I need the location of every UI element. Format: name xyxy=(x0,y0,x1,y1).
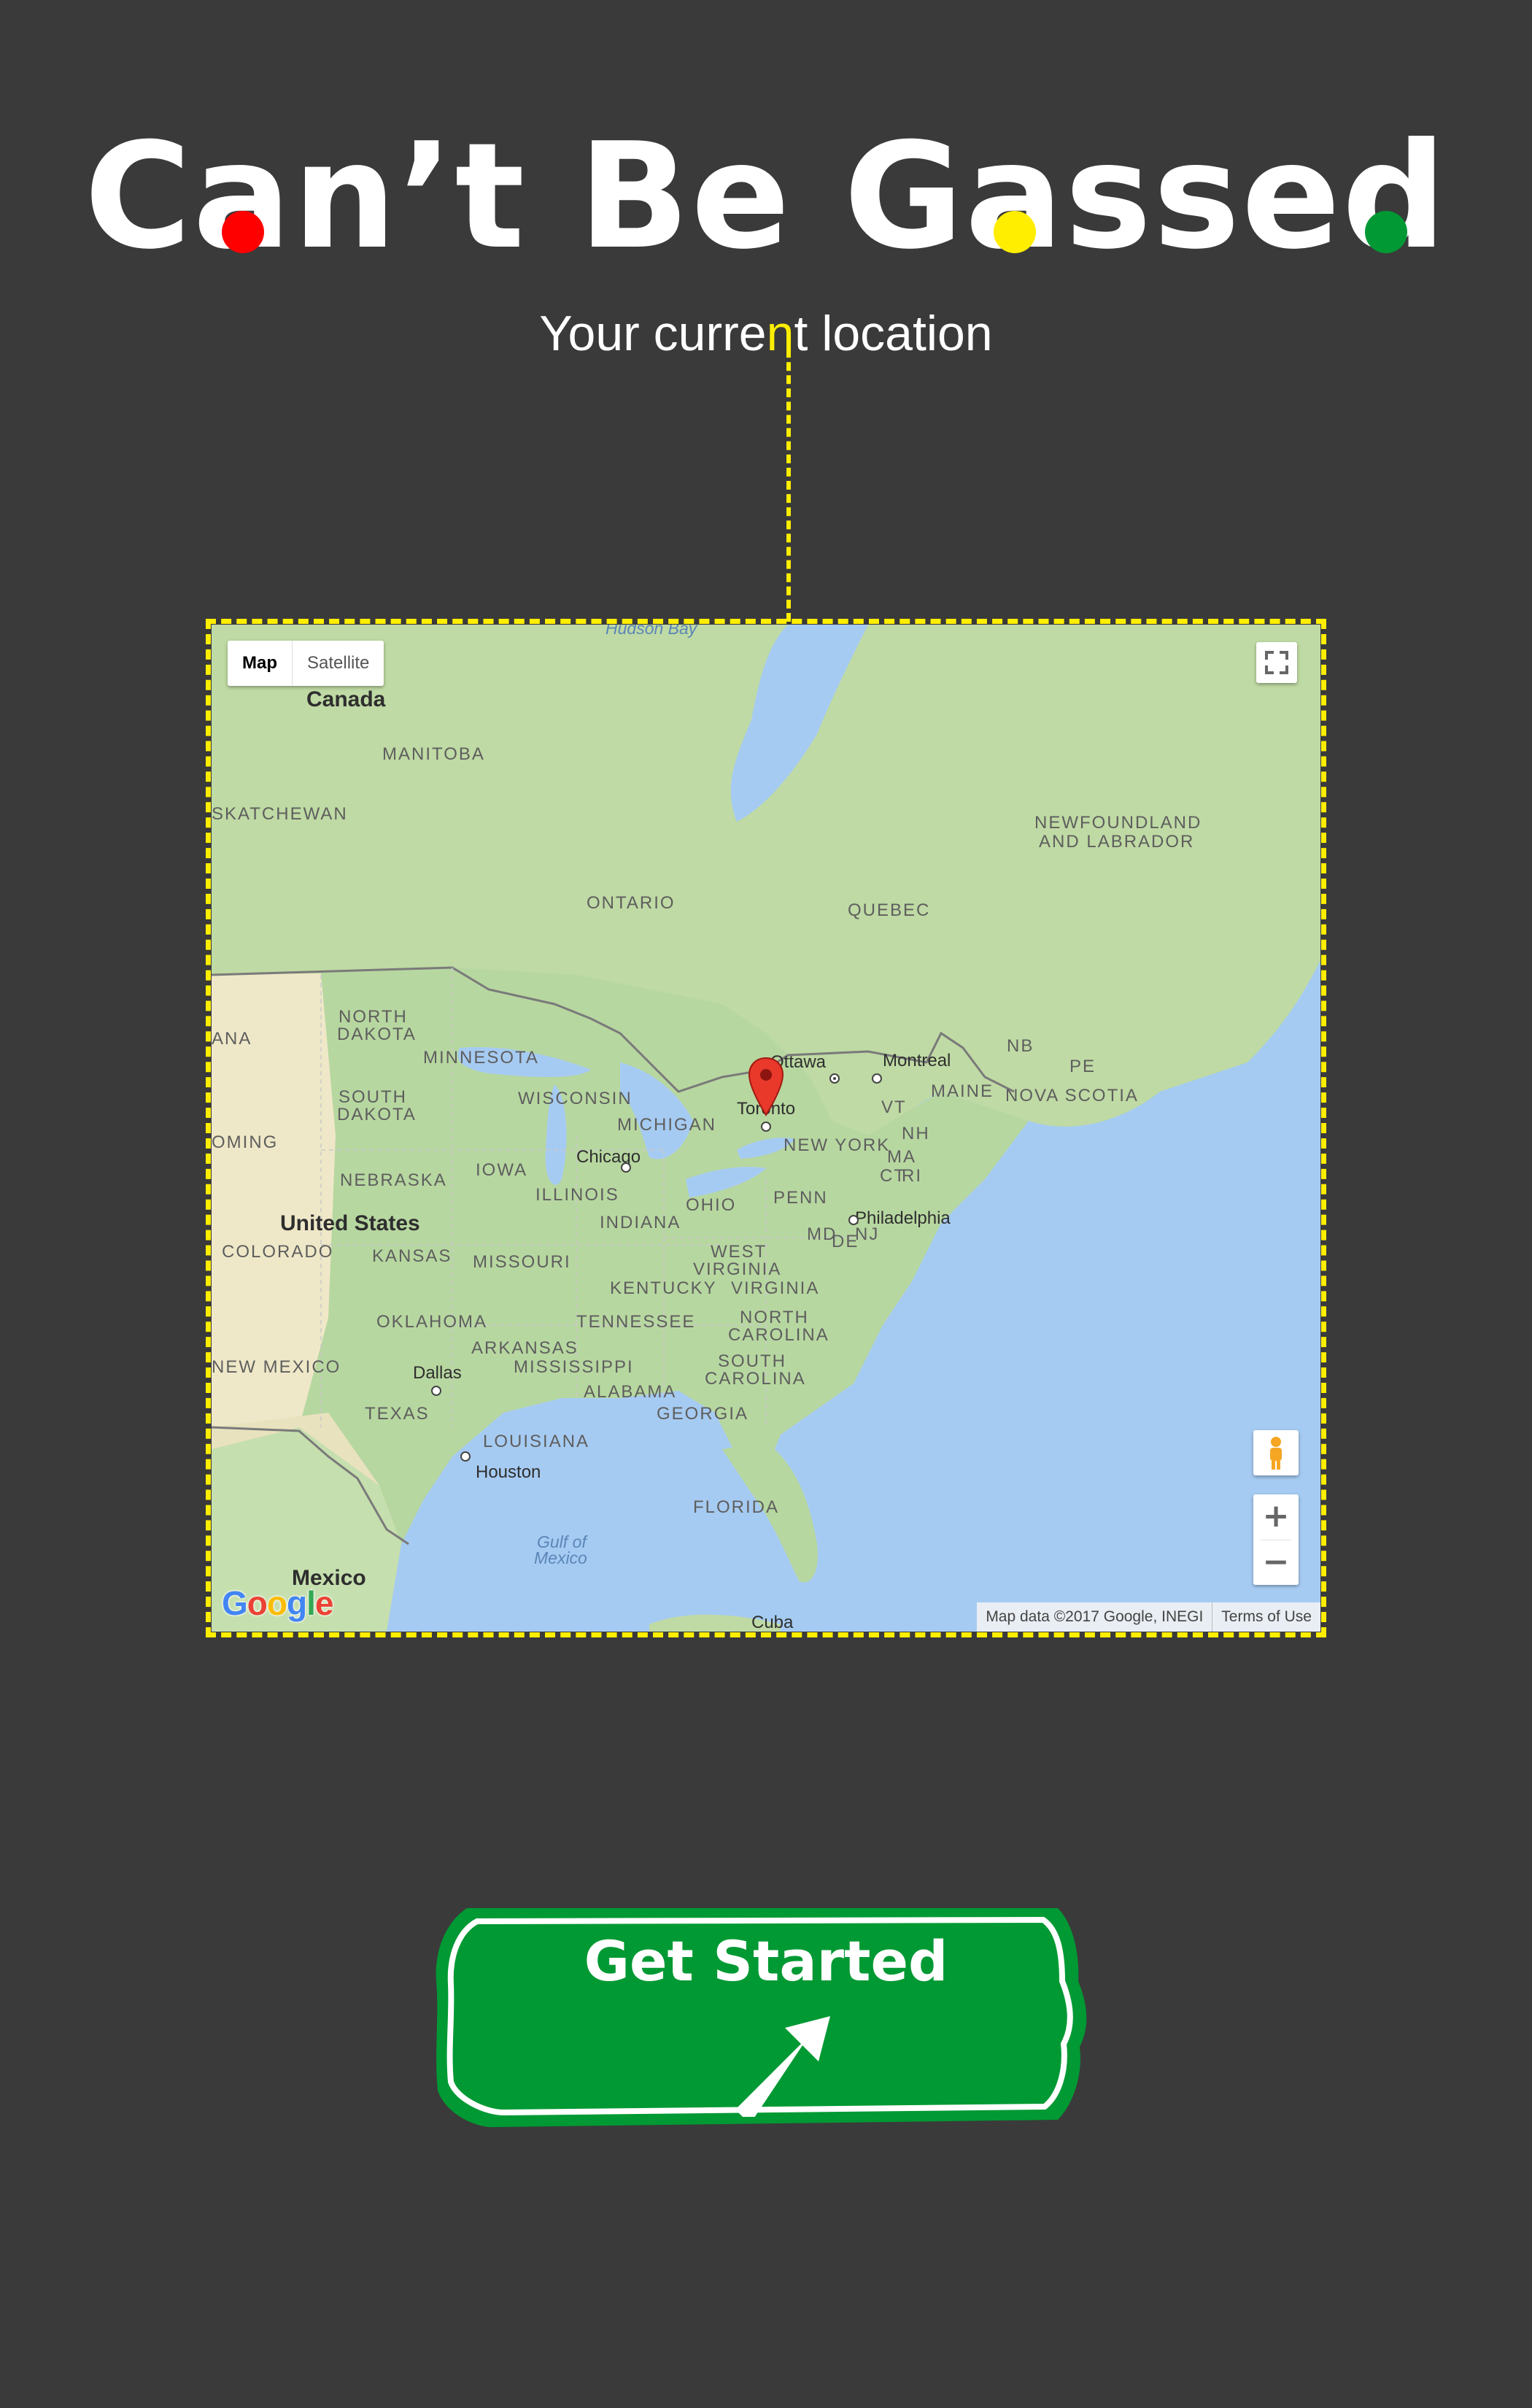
map-label-nebraska: NEBRASKA xyxy=(340,1170,447,1190)
map-type-control[interactable]: Map Satellite xyxy=(228,641,384,686)
map-base-layer xyxy=(212,625,1320,1632)
map-label-wyoming: OMING xyxy=(212,1132,279,1152)
map-label-minnesota: MINNESOTA xyxy=(423,1048,539,1068)
map-label-new-york: NEW YORK xyxy=(784,1135,891,1155)
map-label-south-carolina-2: CAROLINA xyxy=(705,1369,806,1389)
map-label-saskatchewan: SKATCHEWAN xyxy=(212,804,348,824)
title-letter-c: C xyxy=(84,112,193,282)
map-label-ma: MA xyxy=(887,1147,916,1167)
zoom-in-button[interactable]: + xyxy=(1253,1494,1299,1540)
get-started-button[interactable]: Get Started xyxy=(430,1894,1102,2149)
map-label-kansas: KANSAS xyxy=(372,1246,452,1266)
app-title: Can’t Be Gasse d xyxy=(0,109,1532,285)
zoom-out-button[interactable]: − xyxy=(1253,1540,1299,1586)
red-dot-icon xyxy=(221,211,264,254)
map-label-florida: FLORIDA xyxy=(693,1497,780,1517)
map-label-alabama: ALABAMA xyxy=(584,1382,677,1402)
pegman-icon xyxy=(1270,1437,1282,1470)
map-label-cuba: Cuba xyxy=(751,1613,794,1632)
map-label-montreal: Montreal xyxy=(883,1051,951,1070)
arrow-up-right-icon xyxy=(735,2016,830,2117)
map-label-hudson-bay: Hudson Bay xyxy=(606,625,697,638)
map-label-mississippi: MISSISSIPPI xyxy=(514,1357,634,1377)
map-label-dallas: Dallas xyxy=(413,1363,462,1383)
map-label-penn: PENN xyxy=(773,1188,828,1208)
map-label-oklahoma: OKLAHOMA xyxy=(376,1312,488,1332)
map-label-ri: RI xyxy=(902,1166,922,1186)
map-label-north-dakota-2: DAKOTA xyxy=(337,1024,417,1044)
street-view-pegman-button[interactable] xyxy=(1253,1430,1299,1475)
map-label-tennessee: TENNESSEE xyxy=(576,1312,696,1332)
zoom-control[interactable]: + − xyxy=(1253,1494,1299,1585)
map-label-quebec: QUEBEC xyxy=(848,900,931,920)
fullscreen-icon xyxy=(1265,651,1288,674)
location-marker-icon[interactable] xyxy=(747,1057,785,1118)
map-label-west-virginia-2: VIRGINIA xyxy=(693,1259,782,1279)
map-label-united-states: United States xyxy=(280,1211,420,1235)
map-label-colorado: COLORADO xyxy=(222,1242,334,1262)
title-letter-d-green: d xyxy=(1342,112,1448,282)
map-label-indiana: INDIANA xyxy=(600,1213,681,1232)
map-label-nova-scotia: NOVA SCOTIA xyxy=(1005,1086,1139,1105)
map-attribution: Map data ©2017 Google, INEGI Terms of Us… xyxy=(977,1602,1320,1632)
map-label-virginia: VIRGINIA xyxy=(731,1278,820,1298)
map-label-vt: VT xyxy=(881,1097,907,1117)
terms-of-use-link[interactable]: Terms of Use xyxy=(1212,1602,1320,1632)
map-label-newfoundland: NEWFOUNDLAND xyxy=(1034,813,1202,833)
yellow-dot-icon xyxy=(994,211,1037,254)
title-sse: sse xyxy=(1064,112,1342,282)
map-label-manitoba: MANITOBA xyxy=(382,744,485,764)
map-label-arkansas: ARKANSAS xyxy=(471,1338,579,1358)
map-label-iowa: IOWA xyxy=(476,1160,528,1180)
map-label-georgia: GEORGIA xyxy=(657,1404,749,1424)
map-label-south-dakota-2: DAKOTA xyxy=(337,1105,417,1124)
callout-connector-line xyxy=(786,336,795,622)
map-label-philadelphia: Philadelphia xyxy=(855,1208,951,1228)
map-label-michigan: MICHIGAN xyxy=(617,1115,716,1135)
map-label-ontario: ONTARIO xyxy=(587,893,676,913)
map-label-nb: NB xyxy=(1007,1036,1034,1056)
map-label-houston: Houston xyxy=(476,1462,541,1482)
map-label-montana: ANA xyxy=(212,1029,252,1049)
map-type-map-button[interactable]: Map xyxy=(228,641,293,686)
title-letter-a-yellow: a xyxy=(964,112,1065,282)
title-middle: n’t Be G xyxy=(293,112,965,282)
map-label-canada: Canada xyxy=(306,687,386,711)
map-data-credit: Map data ©2017 Google, INEGI xyxy=(986,1608,1204,1625)
map-label-pe: PE xyxy=(1069,1057,1096,1076)
map-label-north-carolina-2: CAROLINA xyxy=(728,1325,829,1345)
map-label-chicago: Chicago xyxy=(576,1147,641,1167)
map-label-missouri: MISSOURI xyxy=(473,1252,571,1272)
map-label-wisconsin: WISCONSIN xyxy=(518,1089,632,1108)
map-label-texas: TEXAS xyxy=(365,1404,430,1424)
map-label-nh: NH xyxy=(902,1124,930,1143)
map-label-kentucky: KENTUCKY xyxy=(610,1278,717,1298)
map-type-satellite-button[interactable]: Satellite xyxy=(293,641,384,686)
map-label-louisiana: LOUISIANA xyxy=(483,1432,590,1451)
map-label-ohio: OHIO xyxy=(686,1195,737,1215)
fullscreen-button[interactable] xyxy=(1256,642,1297,683)
title-letter-a-red: a xyxy=(193,112,293,282)
google-logo: Google xyxy=(222,1584,333,1622)
map-label-newfoundland-2: AND LABRADOR xyxy=(1039,832,1195,852)
map-label-illinois: ILLINOIS xyxy=(535,1185,619,1205)
google-map[interactable]: Hudson Bay Canada MANITOBA SKATCHEWAN ON… xyxy=(212,625,1320,1632)
map-label-gulf-2: Mexico xyxy=(534,1548,587,1567)
map-label-new-mexico: NEW MEXICO xyxy=(212,1357,341,1377)
map-label-maine: MAINE xyxy=(931,1081,994,1101)
current-location-caption: Your current location xyxy=(539,306,993,361)
get-started-label: Get Started xyxy=(584,1929,948,1994)
